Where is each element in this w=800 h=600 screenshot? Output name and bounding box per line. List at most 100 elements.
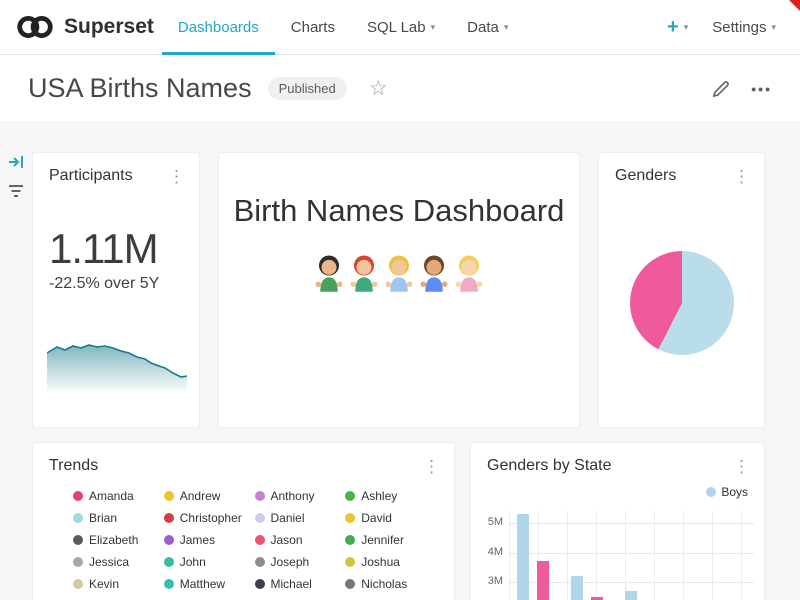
card-title: Trends [49,457,98,475]
bar[interactable] [517,514,529,600]
legend-item[interactable]: Elizabeth [73,533,164,547]
legend-item[interactable]: Michael [255,577,346,591]
trends-legend: Amanda Andrew Anthony Ashley Brian Christophe… [73,489,436,600]
legend-color-icon [345,535,355,545]
nav-item-data[interactable]: Data ▾ [451,0,524,55]
legend-label: Joseph [271,555,310,569]
big-number-subheader: -22.5% over 5Y [49,275,199,293]
legend-color-icon [255,535,265,545]
y-axis-tick: 3M [479,575,503,587]
card-title: Genders by State [487,457,612,475]
child-icon [419,253,449,293]
plus-icon: + [667,16,679,39]
kebab-menu-icon[interactable]: ⋮ [168,168,185,185]
legend-item[interactable]: James [164,533,255,547]
legend-label: Joshua [361,555,400,569]
legend-label: Nicholas [361,577,407,591]
nav-item-charts[interactable]: Charts [275,0,351,55]
legend-color-icon [73,513,83,523]
edit-pencil-icon[interactable] [712,79,731,98]
genders-pie-chart[interactable] [630,251,734,355]
legend-item[interactable]: John [164,555,255,569]
gbs-plot: 5M4M3M [479,511,756,600]
legend-item[interactable]: David [345,511,436,525]
bar[interactable] [537,561,549,600]
legend-label: Ashley [361,489,397,503]
legend-color-icon [255,491,265,501]
legend-color-icon [164,513,174,523]
legend-color-icon [255,557,265,567]
legend-label[interactable]: Boys [721,485,748,499]
trendline-sparkline-chart[interactable] [47,333,187,391]
legend-label: Daniel [271,511,305,525]
expand-filter-bar-icon[interactable] [8,154,24,170]
child-icon [384,253,414,293]
superset-logo[interactable]: Superset [14,12,154,42]
legend-item[interactable]: Jennifer [345,533,436,547]
chevron-down-icon: ▾ [431,22,436,33]
legend-label: Elizabeth [89,533,138,547]
more-options-icon[interactable]: ••• [751,81,772,97]
child-icon [349,253,379,293]
top-nav: Superset DashboardsCharts SQL Lab ▾ Data ▾ +… [0,0,800,55]
legend-item[interactable]: Daniel [255,511,346,525]
kebab-menu-icon[interactable]: ⋮ [733,458,750,475]
legend-item[interactable]: Matthew [164,577,255,591]
nav-item-label: Data [467,19,499,36]
status-badge[interactable]: Published [268,77,347,100]
nav-right: + ▾ Settings ▾ [667,16,784,39]
kebab-menu-icon[interactable]: ⋮ [733,168,750,185]
banner-title: Birth Names Dashboard [219,193,579,229]
legend-label: Anthony [271,489,315,503]
legend-item[interactable]: Andrew [164,489,255,503]
legend-item[interactable]: Anthony [255,489,346,503]
legend-item[interactable]: Brian [73,511,164,525]
gbs-legend: Boys [471,485,748,499]
legend-item[interactable]: Nicholas [345,577,436,591]
legend-label: Andrew [180,489,221,503]
nav-item-label: SQL Lab [367,19,426,36]
chevron-down-icon: ▾ [771,22,776,33]
brand-name: Superset [64,15,154,39]
legend-item[interactable]: Joseph [255,555,346,569]
legend-label: Amanda [89,489,134,503]
participants-card: Participants ⋮ 1.11M -22.5% over 5Y [32,152,200,428]
chevron-down-icon: ▾ [684,22,689,33]
kebab-menu-icon[interactable]: ⋮ [423,458,440,475]
legend-color-icon [345,579,355,589]
legend-label: James [180,533,215,547]
card-header: Trends ⋮ [33,443,454,475]
bar[interactable] [571,576,583,600]
dashboard-canvas: Participants ⋮ 1.11M -22.5% over 5Y Birt… [0,124,800,600]
legend-item[interactable]: Jessica [73,555,164,569]
legend-item[interactable]: Ashley [345,489,436,503]
legend-item[interactable]: Christopher [164,511,255,525]
genders-card: Genders ⋮ [598,152,765,428]
legend-label: Brian [89,511,117,525]
settings-menu[interactable]: Settings ▾ [712,19,776,36]
legend-item[interactable]: Jason [255,533,346,547]
legend-label: Jessica [89,555,129,569]
legend-color-icon [255,579,265,589]
y-axis-tick: 5M [479,516,503,528]
legend-label: Matthew [180,577,225,591]
filter-icon[interactable] [8,184,24,198]
legend-item[interactable]: Joshua [345,555,436,569]
nav-item-dashboards[interactable]: Dashboards [162,0,275,55]
favorite-star-icon[interactable]: ☆ [369,76,388,101]
new-item-button[interactable]: + ▾ [667,16,688,39]
legend-item[interactable]: Amanda [73,489,164,503]
legend-label: Christopher [180,511,242,525]
chevron-down-icon: ▾ [504,22,509,33]
nav-item-sql-lab[interactable]: SQL Lab ▾ [351,0,451,55]
bar[interactable] [625,591,637,600]
legend-color-icon [164,491,174,501]
genders-by-state-card: Genders by State ⋮ Boys 5M4M3M [470,442,765,600]
legend-color-icon [73,491,83,501]
legend-color-icon [345,491,355,501]
legend-label: Michael [271,577,312,591]
legend-item[interactable]: Kevin [73,577,164,591]
nav-items: DashboardsCharts SQL Lab ▾ Data ▾ [162,0,524,55]
card-header: Genders by State ⋮ [471,443,764,475]
infinity-logo-icon [14,12,56,42]
